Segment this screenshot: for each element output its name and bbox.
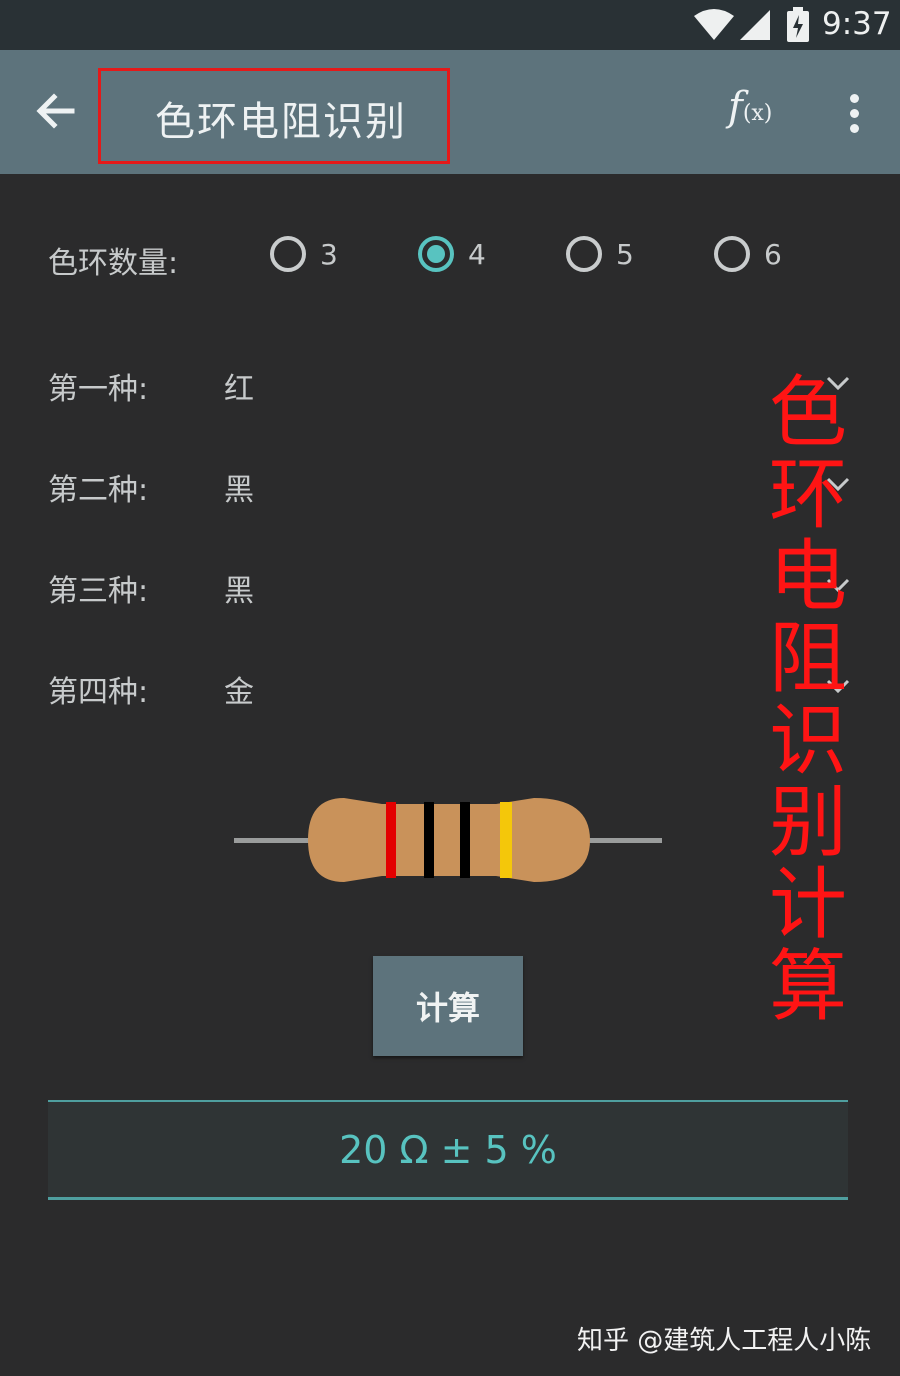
band-4-select[interactable]: 金 [224, 667, 254, 711]
radio-label: 4 [468, 237, 486, 271]
band-1-label: 第一种: [48, 372, 149, 407]
page-title: 色环电阻识别 [155, 99, 407, 145]
watermark: 知乎 @建筑人工程人小陈 [577, 1326, 872, 1356]
band-2-label: 第二种: [48, 473, 149, 508]
title-highlight-box: 色环电阻识别 [98, 68, 450, 164]
arrow-left-icon[interactable] [34, 90, 76, 132]
fx-label: f [728, 84, 743, 130]
resistor-illustration [234, 798, 662, 882]
status-bar: 9:37 [0, 0, 900, 50]
band-3-select[interactable]: 黑 [224, 566, 254, 610]
band-3-label: 第三种: [48, 574, 149, 609]
function-icon[interactable]: f(x) [728, 84, 772, 130]
band-4-stripe [500, 802, 512, 878]
radio-ring-5[interactable]: 5 [566, 236, 634, 272]
radio-circle-icon [566, 236, 602, 272]
band-1-stripe [386, 802, 396, 878]
overlay-char: 别 [768, 778, 847, 868]
overlay-char: 计 [768, 860, 847, 950]
more-vert-icon[interactable] [846, 94, 862, 134]
radio-label: 6 [764, 237, 782, 271]
overlay-char: 阻 [768, 614, 847, 704]
app-bar: 色环电阻识别 f(x) [0, 50, 900, 174]
overlay-caption: 色 环 电 阻 识 别 计 算 [768, 372, 848, 1028]
band-2-stripe [424, 802, 434, 878]
calculate-button[interactable]: 计算 [373, 956, 523, 1056]
ring-count-label: 色环数量: [48, 246, 179, 281]
radio-checked-icon [418, 236, 454, 272]
radio-circle-icon [714, 236, 750, 272]
overlay-char: 电 [768, 532, 847, 622]
radio-label: 3 [320, 237, 338, 271]
overlay-char: 色 [768, 368, 847, 458]
radio-ring-3[interactable]: 3 [270, 236, 338, 272]
signal-icon [740, 10, 770, 40]
battery-icon [787, 7, 809, 42]
band-2-select[interactable]: 黑 [224, 465, 254, 509]
resistor-body [308, 798, 590, 882]
radio-ring-6[interactable]: 6 [714, 236, 782, 272]
status-time: 9:37 [822, 6, 892, 42]
wifi-icon [694, 9, 734, 40]
result-panel: 20 Ω ± 5 % [48, 1100, 848, 1200]
overlay-char: 识 [768, 696, 847, 786]
overlay-char: 算 [768, 942, 847, 1032]
radio-circle-icon [270, 236, 306, 272]
band-4-label: 第四种: [48, 675, 149, 710]
band-1-select[interactable]: 红 [224, 364, 254, 408]
radio-ring-4[interactable]: 4 [418, 236, 486, 272]
overlay-char: 环 [768, 450, 847, 540]
radio-label: 5 [616, 237, 634, 271]
band-3-stripe [460, 802, 470, 878]
result-value: 20 Ω ± 5 % [339, 1127, 557, 1172]
fx-sub: (x) [742, 101, 773, 126]
